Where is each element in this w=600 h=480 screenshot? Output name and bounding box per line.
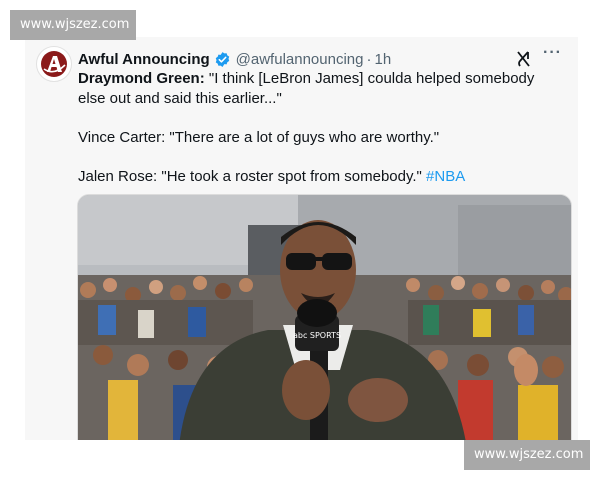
- quote-line-2: Vince Carter: "There are a lot of guys w…: [78, 128, 440, 146]
- photo-of-analyst-with-microphone: abc SPORTS: [78, 195, 571, 440]
- verified-badge-icon: [214, 51, 231, 68]
- tweet-media-image[interactable]: abc SPORTS: [77, 194, 572, 440]
- quote-text: Jalen Rose: "He took a roster spot from …: [78, 167, 427, 185]
- mic-logo-text: abc SPORTS: [293, 331, 341, 340]
- avatar[interactable]: [36, 46, 72, 82]
- tweet-text: Draymond Green: "I think [LeBron James] …: [78, 69, 558, 186]
- tweet-card[interactable]: Awful Announcing @awfulannouncing · 1h ·…: [25, 37, 578, 440]
- awful-announcing-logo-icon: [41, 51, 67, 77]
- post-time[interactable]: 1h: [374, 51, 391, 68]
- more-options-icon[interactable]: ···: [543, 44, 562, 62]
- watermark-bottom: www.wjszez.com: [464, 440, 590, 470]
- tweet-header: Awful Announcing @awfulannouncing · 1h ·…: [78, 44, 568, 70]
- quote-line-1: Draymond Green: "I think [LeBron James] …: [78, 69, 558, 108]
- speaker-name: Draymond Green:: [78, 70, 205, 87]
- separator-dot: ·: [366, 50, 372, 68]
- display-name[interactable]: Awful Announcing: [78, 51, 210, 68]
- user-handle[interactable]: @awfulannouncing: [236, 51, 364, 68]
- watermark-top: www.wjszez.com: [10, 10, 136, 40]
- grok-icon[interactable]: [516, 48, 532, 70]
- quote-line-3: Jalen Rose: "He took a roster spot from …: [78, 167, 558, 187]
- hashtag-link[interactable]: #NBA: [426, 168, 465, 185]
